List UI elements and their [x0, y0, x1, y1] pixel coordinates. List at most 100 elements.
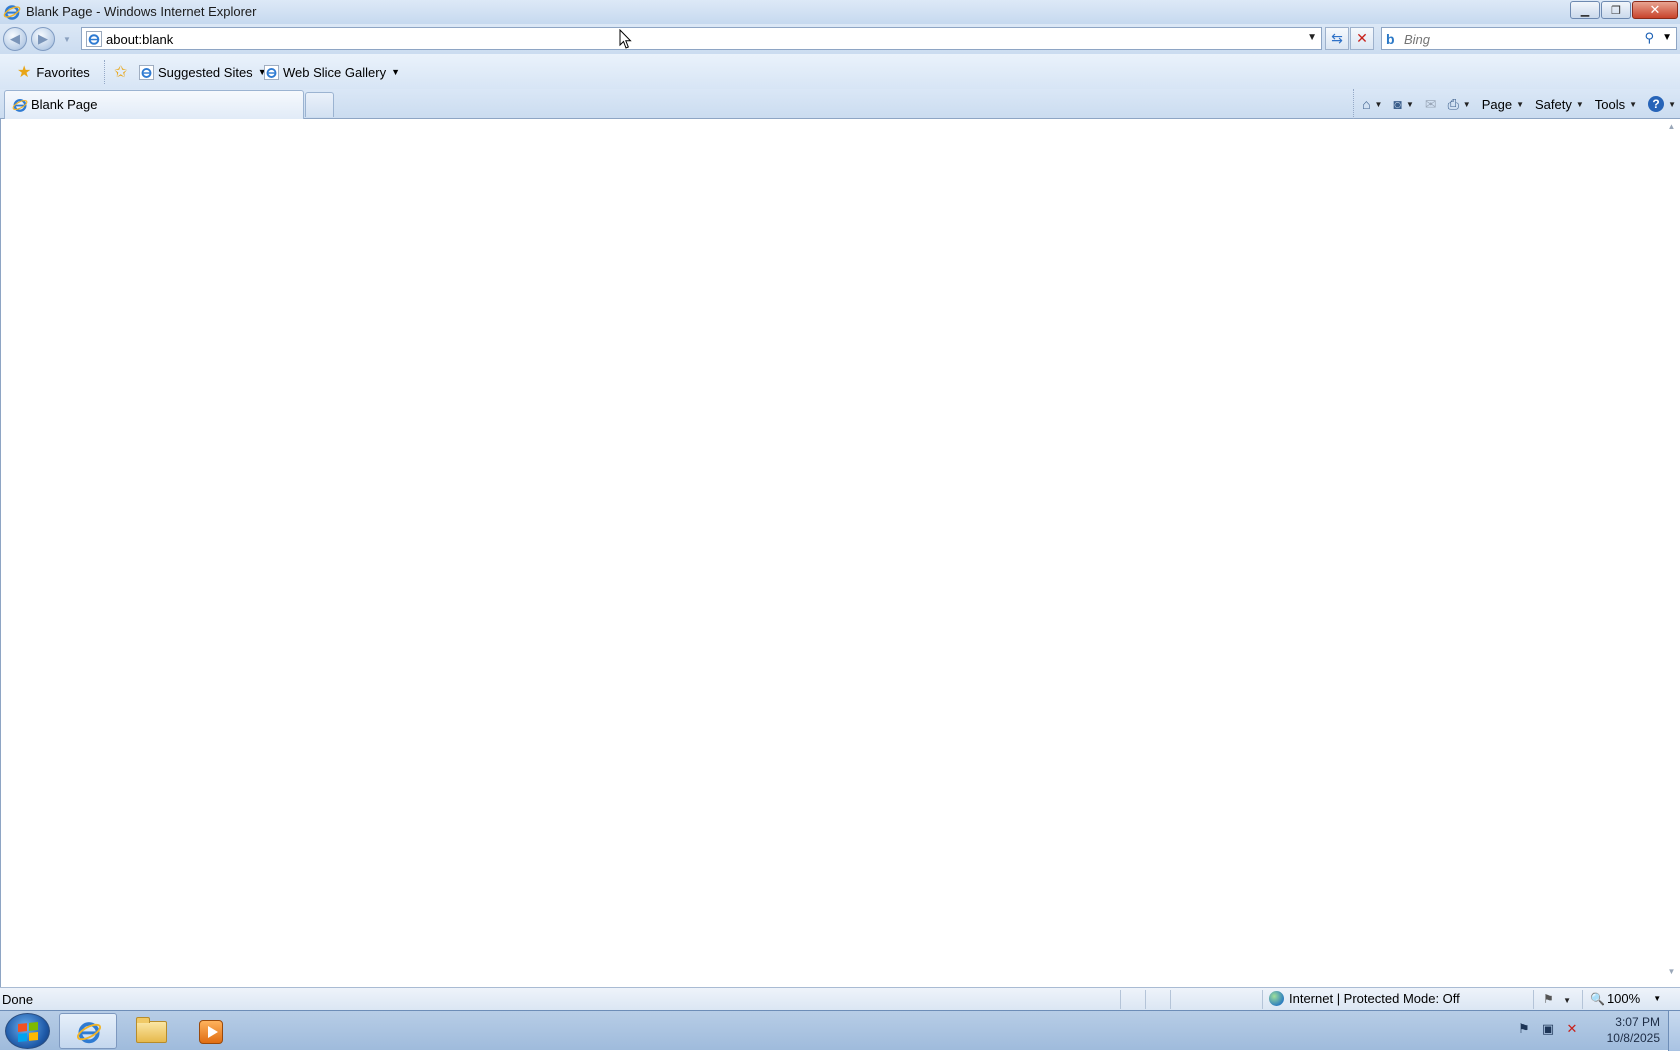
forward-arrow-icon: ▶ — [38, 31, 48, 46]
zoom-control[interactable]: 🔍 100% ▼ — [1590, 991, 1661, 1006]
favorites-bar: ★ Favorites ✩ Suggested Sites ▼ Web Slic… — [0, 54, 1680, 89]
search-icon[interactable]: ⚲ — [1644, 30, 1654, 46]
media-player-icon — [199, 1020, 223, 1044]
tab-row: Blank Page ⌂ ▼ ◙ ▼ ✉ ⎙ ▼ Page ▼ Safety ▼… — [0, 89, 1680, 119]
page-content-area[interactable]: ▲ ▼ — [0, 119, 1680, 987]
suggested-sites-label: Suggested Sites — [158, 64, 253, 80]
feeds-button[interactable]: ◙ ▼ — [1393, 96, 1413, 112]
favorites-button[interactable]: ★ Favorites — [17, 63, 90, 81]
protected-mode-button[interactable]: ⚑ ▼ — [1543, 992, 1571, 1006]
zoom-dropdown-icon: ▼ — [1653, 994, 1662, 1003]
page-dropdown-icon: ▼ — [1516, 99, 1525, 109]
print-icon: ⎙ — [1447, 95, 1459, 112]
folder-icon — [136, 1017, 167, 1043]
volume-muted-icon[interactable]: ✕ — [1564, 1021, 1580, 1037]
status-separator — [1262, 990, 1263, 1009]
tab-label: Blank Page — [31, 97, 98, 112]
status-separator — [1533, 990, 1534, 1009]
scroll-down-icon[interactable]: ▼ — [1663, 967, 1680, 984]
minimize-icon: ▁ — [1580, 4, 1590, 17]
status-separator — [1170, 990, 1171, 1009]
help-icon: ? — [1648, 96, 1665, 112]
suggested-sites-icon — [139, 64, 154, 80]
recent-pages-dropdown-icon[interactable]: ▼ — [63, 35, 71, 44]
window-controls: ▁ ❐ ✕ — [1569, 1, 1678, 21]
status-text: Done — [2, 992, 34, 1007]
favorites-separator — [104, 60, 105, 84]
print-dropdown-icon: ▼ — [1462, 99, 1471, 109]
status-separator — [1582, 990, 1583, 1009]
refresh-button[interactable]: ⇆ — [1325, 27, 1349, 50]
tools-menu[interactable]: Tools ▼ — [1595, 97, 1637, 112]
start-button[interactable] — [5, 1013, 50, 1049]
new-tab-button[interactable] — [305, 92, 334, 117]
page-menu[interactable]: Page ▼ — [1482, 97, 1524, 112]
network-icon[interactable]: ▣ — [1540, 1021, 1556, 1037]
mail-icon: ✉ — [1424, 95, 1437, 112]
search-options-dropdown-icon[interactable]: ▼ — [1662, 32, 1672, 43]
back-button[interactable]: ◀ — [3, 27, 27, 51]
web-slice-gallery-icon — [264, 64, 279, 80]
help-menu[interactable]: ? ▼ — [1648, 96, 1676, 112]
restore-button[interactable]: ❐ — [1601, 1, 1631, 19]
zoom-level: 100% — [1606, 991, 1641, 1006]
print-button[interactable]: ⎙ ▼ — [1448, 96, 1471, 113]
address-dropdown-icon[interactable]: ▼ — [1307, 32, 1317, 43]
home-button[interactable]: ⌂ ▼ — [1362, 96, 1382, 112]
taskbar-media-player[interactable] — [182, 1013, 240, 1049]
address-url[interactable]: about:blank — [106, 32, 173, 47]
tools-menu-label: Tools — [1594, 96, 1626, 112]
search-box: b ⚲ ▼ — [1381, 27, 1677, 50]
restore-icon: ❐ — [1611, 4, 1621, 17]
favorites-label: Favorites — [36, 64, 90, 80]
bing-logo-icon: b — [1386, 31, 1395, 47]
page-menu-label: Page — [1481, 96, 1513, 112]
stop-button[interactable]: ✕ — [1350, 27, 1374, 50]
taskbar-clock[interactable]: 3:07 PM 10/8/2025 — [1600, 1014, 1660, 1046]
ie-window: Blank Page - Windows Internet Explorer ▁… — [0, 0, 1680, 1010]
close-button[interactable]: ✕ — [1632, 1, 1678, 19]
add-to-favorites-bar-button[interactable]: ✩ — [114, 63, 132, 81]
tab-blank-page[interactable]: Blank Page — [4, 90, 304, 119]
search-input[interactable] — [1404, 30, 1604, 48]
protected-mode-dropdown-icon: ▼ — [1563, 996, 1572, 1005]
feeds-dropdown-icon: ▼ — [1405, 99, 1414, 109]
navigation-bar: ◀ ▶ ▼ about:blank ▼ ⇆ ✕ b ⚲ ▼ — [0, 24, 1680, 54]
add-favorite-star-icon: ✩ — [114, 64, 128, 81]
feeds-icon: ◙ — [1393, 96, 1402, 112]
windows-logo-icon — [18, 1021, 38, 1043]
address-bar[interactable]: about:blank ▼ — [81, 27, 1322, 50]
status-separator — [1120, 990, 1121, 1009]
suggested-sites-link[interactable]: Suggested Sites ▼ — [139, 63, 267, 81]
safety-menu[interactable]: Safety ▼ — [1535, 97, 1584, 112]
show-desktop-button[interactable] — [1668, 1011, 1680, 1051]
security-zone[interactable]: Internet | Protected Mode: Off — [1269, 991, 1460, 1006]
safety-menu-label: Safety — [1535, 96, 1572, 112]
taskbar-windows-explorer[interactable] — [122, 1013, 180, 1049]
safety-dropdown-icon: ▼ — [1575, 99, 1584, 109]
mouse-cursor-icon — [619, 29, 632, 49]
action-center-flag-icon[interactable]: ⚑ — [1516, 1021, 1532, 1037]
command-bar: ⌂ ▼ ◙ ▼ ✉ ⎙ ▼ Page ▼ Safety ▼ Tools ▼ ? … — [1353, 89, 1680, 119]
web-slice-gallery-link[interactable]: Web Slice Gallery ▼ — [264, 63, 400, 81]
refresh-icon: ⇆ — [1331, 30, 1343, 46]
minimize-button[interactable]: ▁ — [1570, 1, 1600, 19]
internet-explorer-icon — [76, 1022, 102, 1044]
home-dropdown-icon: ▼ — [1374, 99, 1383, 109]
scroll-up-icon[interactable]: ▲ — [1663, 122, 1680, 139]
vertical-scrollbar[interactable]: ▲ ▼ — [1663, 119, 1680, 987]
zoom-icon: 🔍 — [1590, 991, 1605, 1006]
title-bar: Blank Page - Windows Internet Explorer ▁… — [0, 0, 1680, 24]
tools-dropdown-icon: ▼ — [1629, 99, 1638, 109]
taskbar-internet-explorer[interactable] — [59, 1013, 117, 1049]
taskbar: ⚑ ▣ ✕ 3:07 PM 10/8/2025 — [0, 1010, 1680, 1051]
forward-button[interactable]: ▶ — [31, 27, 55, 51]
web-slice-gallery-dropdown-icon: ▼ — [391, 67, 400, 77]
status-separator — [1145, 990, 1146, 1009]
tab-ie-icon — [12, 98, 28, 112]
clock-date: 10/8/2025 — [1606, 1031, 1660, 1045]
read-mail-button[interactable]: ✉ — [1425, 96, 1437, 113]
system-tray: ⚑ ▣ ✕ — [1516, 1021, 1588, 1037]
clock-time: 3:07 PM — [1615, 1015, 1660, 1029]
back-arrow-icon: ◀ — [10, 31, 20, 46]
